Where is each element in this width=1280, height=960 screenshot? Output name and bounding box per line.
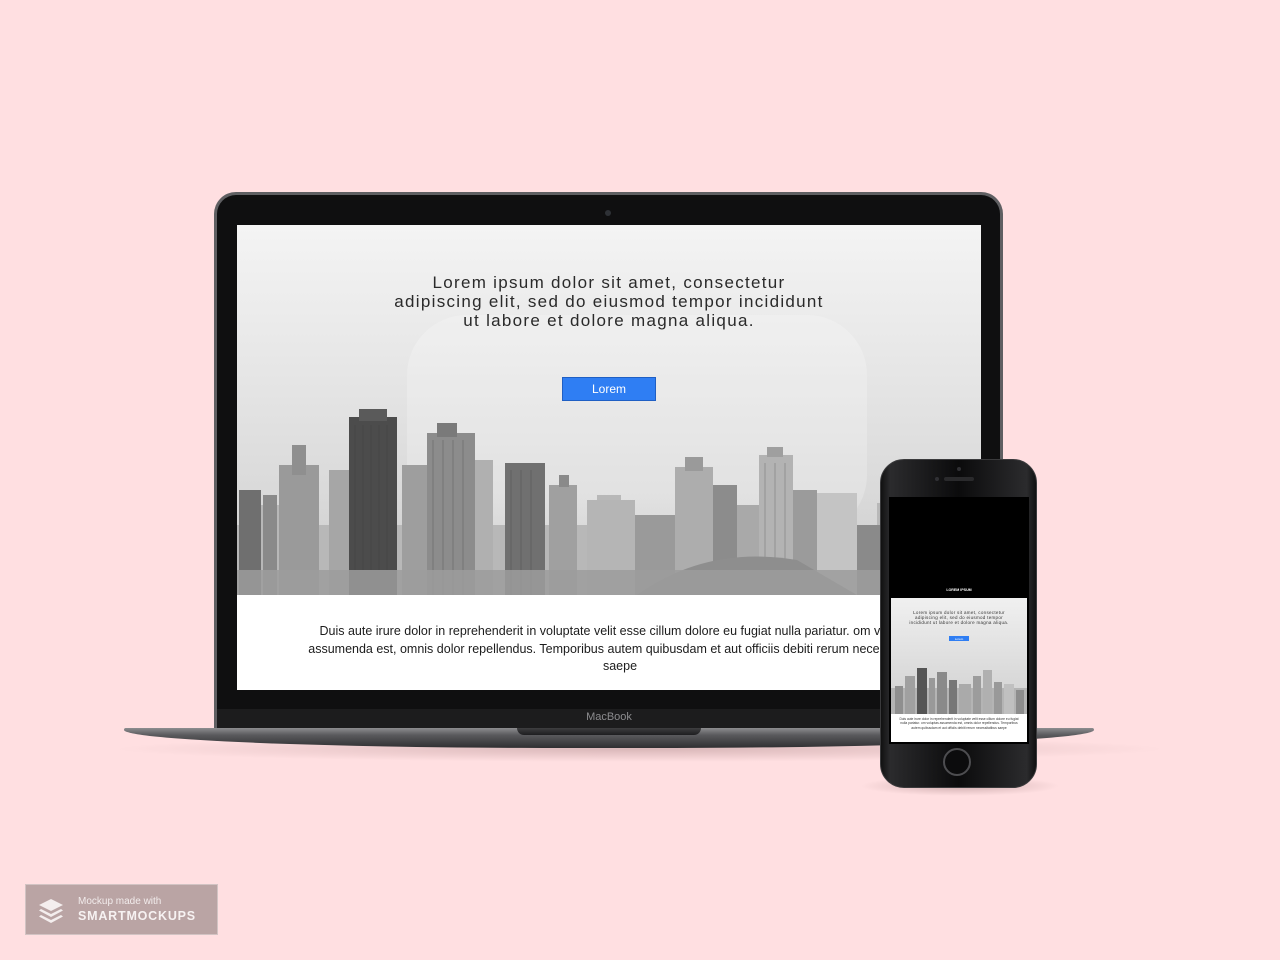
phone-content-section: Duis aute irure dolor in reprehenderit i… bbox=[891, 714, 1027, 742]
macbook-label: MacBook bbox=[586, 711, 632, 723]
smartmockups-watermark[interactable]: Mockup made with SMARTMOCKUPS bbox=[25, 884, 218, 935]
hero-heading: Lorem ipsum dolor sit amet, consectetur … bbox=[394, 273, 824, 330]
phone-content-paragraph: Duis aute irure dolor in reprehenderit i… bbox=[899, 717, 1019, 730]
phone-lorem-cta-button[interactable]: Lorem bbox=[949, 636, 969, 641]
phone-front-camera bbox=[935, 477, 939, 481]
phone-screen: LOREM IPSUM Lorem ipsum dolor sit amet, … bbox=[889, 497, 1029, 744]
phone-hero-heading: Lorem ipsum dolor sit amet, consectetur … bbox=[909, 610, 1009, 625]
watermark-caption: Mockup made with bbox=[78, 896, 162, 907]
laptop-camera bbox=[605, 210, 611, 216]
phone-home-button[interactable] bbox=[943, 748, 971, 776]
phone-hero-section: Lorem ipsum dolor sit amet, consectetur … bbox=[891, 598, 1027, 714]
lorem-cta-button[interactable]: Lorem bbox=[562, 377, 656, 401]
layers-icon bbox=[39, 899, 63, 923]
content-section: Duis aute irure dolor in reprehenderit i… bbox=[237, 595, 981, 690]
phone-city-skyline-image bbox=[891, 668, 1027, 714]
city-skyline-image bbox=[237, 409, 981, 595]
watermark-brand: SMARTMOCKUPS bbox=[78, 909, 196, 923]
laptop-screen: Lorem ipsum dolor sit amet, consectetur … bbox=[237, 225, 981, 690]
hero-section: Lorem ipsum dolor sit amet, consectetur … bbox=[237, 225, 981, 595]
phone-nav-title: LOREM IPSUM bbox=[946, 588, 972, 592]
laptop-hinge-notch bbox=[517, 728, 701, 735]
phone-speaker bbox=[944, 477, 974, 481]
phone-front-sensor bbox=[957, 467, 961, 471]
content-paragraph: Duis aute irure dolor in reprehenderit i… bbox=[308, 624, 932, 673]
